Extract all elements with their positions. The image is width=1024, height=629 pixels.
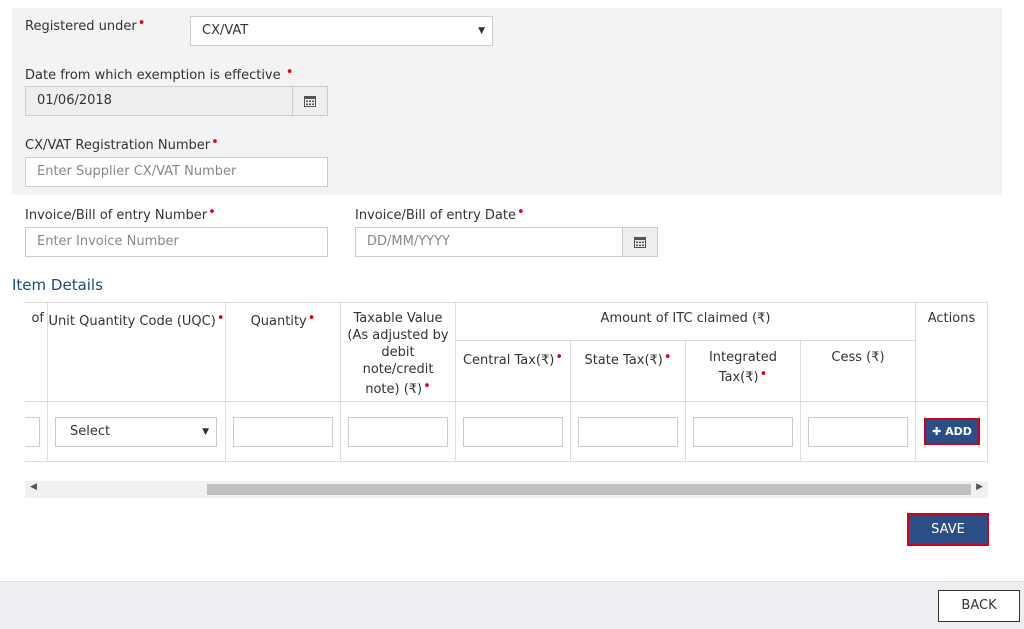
- state-tax-input[interactable]: [578, 417, 678, 447]
- th-central-tax: Central Tax(₹)•: [456, 341, 571, 402]
- item-details-title: Item Details: [12, 276, 103, 294]
- save-button[interactable]: SAVE: [907, 513, 989, 546]
- central-tax-input[interactable]: [463, 417, 563, 447]
- caret-down-icon: ▼: [478, 26, 485, 36]
- add-item-button[interactable]: ✚ ADD: [924, 418, 980, 445]
- plus-icon: ✚: [932, 425, 942, 438]
- scroll-left-icon[interactable]: ◀: [30, 482, 37, 492]
- registered-under-label: Registered under•: [25, 16, 146, 34]
- integrated-tax-input[interactable]: [693, 417, 793, 447]
- calendar-icon: [304, 96, 316, 107]
- caret-down-icon: ▼: [202, 427, 209, 437]
- table-horizontal-scrollbar[interactable]: ◀ ▶: [25, 481, 988, 498]
- partial-column-input[interactable]: [25, 417, 40, 447]
- registered-under-value: CX/VAT: [202, 23, 249, 38]
- th-itc-group: Amount of ITC claimed (₹): [456, 302, 916, 341]
- th-partial: of: [25, 302, 48, 402]
- exemption-date-label: Date from which exemption is effective •: [25, 65, 294, 83]
- calendar-icon: [634, 237, 646, 248]
- footer-bar: BACK: [0, 581, 1024, 629]
- th-state-tax: State Tax(₹)•: [571, 341, 686, 402]
- registered-under-select[interactable]: CX/VAT ▼: [190, 16, 493, 46]
- uqc-select-value: Select: [70, 424, 111, 439]
- th-actions: Actions: [916, 302, 988, 402]
- quantity-input[interactable]: [233, 417, 333, 447]
- th-taxable-value: Taxable Value (As adjusted by debit note…: [341, 302, 456, 402]
- invoice-number-input[interactable]: Enter Invoice Number: [25, 227, 328, 257]
- taxable-value-input[interactable]: [348, 417, 448, 447]
- th-integrated-tax: Integrated Tax(₹)•: [686, 341, 801, 402]
- th-uqc: Unit Quantity Code (UQC)•: [48, 302, 226, 402]
- registration-number-input[interactable]: Enter Supplier CX/VAT Number: [25, 157, 328, 187]
- cess-input[interactable]: [808, 417, 908, 447]
- scrollbar-thumb[interactable]: [207, 484, 971, 495]
- exemption-date-calendar-button[interactable]: [292, 86, 328, 116]
- registration-number-label: CX/VAT Registration Number•: [25, 135, 219, 153]
- item-details-table: of Unit Quantity Code (UQC)• Quantity• T…: [25, 302, 988, 462]
- uqc-select[interactable]: Select ▼: [55, 417, 217, 447]
- invoice-date-label: Invoice/Bill of entry Date•: [355, 205, 525, 223]
- th-quantity: Quantity•: [226, 302, 341, 402]
- scroll-right-icon[interactable]: ▶: [976, 482, 983, 492]
- back-button[interactable]: BACK: [938, 590, 1020, 622]
- invoice-number-label: Invoice/Bill of entry Number•: [25, 205, 216, 223]
- exemption-date-input: 01/06/2018: [25, 86, 293, 116]
- th-cess: Cess (₹): [801, 341, 916, 402]
- invoice-date-calendar-button[interactable]: [622, 227, 658, 257]
- add-item-label: ADD: [945, 425, 972, 438]
- invoice-date-input[interactable]: DD/MM/YYYY: [355, 227, 623, 257]
